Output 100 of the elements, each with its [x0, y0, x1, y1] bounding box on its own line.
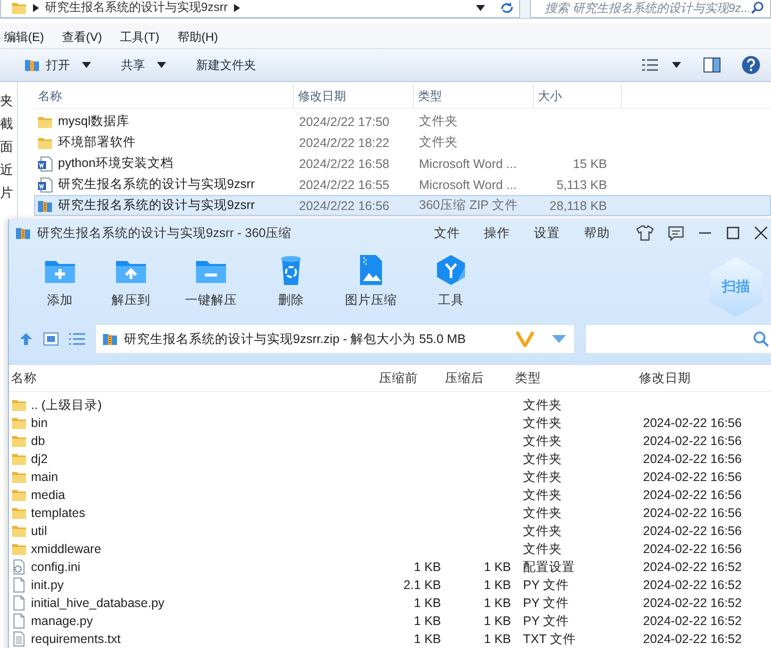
column-header[interactable]: 压缩前: [377, 370, 443, 386]
file-name[interactable]: manage.py: [31, 614, 93, 628]
file-name[interactable]: xmiddleware: [31, 542, 102, 556]
file-type: 文件夹: [522, 396, 563, 414]
file-row[interactable]: 研究生报名系统的设计与实现9zsrr 2024/2/22 16:56 360压缩 ZIP 文件 28,118 KB: [34, 195, 771, 216]
original-size: 2.1 KB: [403, 578, 441, 592]
file-name: 研究生报名系统的设计与实现9zsrr: [58, 176, 255, 193]
modified-date: 2024-02-22 16:56: [643, 416, 742, 430]
toolbar-button[interactable]: 工具: [411, 247, 491, 310]
menu-item[interactable]: 帮助: [584, 224, 610, 242]
menu-item[interactable]: 工具(T): [118, 27, 162, 48]
file-name[interactable]: .. (上级目录): [31, 396, 102, 414]
toolbar-button[interactable]: 图片压缩: [331, 247, 411, 310]
file-name[interactable]: util: [31, 524, 47, 538]
compressed-size: 1 KB: [484, 632, 511, 646]
file-name: 研究生报名系统的设计与实现9zsrr: [58, 197, 255, 214]
file-name[interactable]: initial_hive_database.py: [31, 596, 164, 610]
window-title: 研究生报名系统的设计与实现9zsrr - 360压缩: [37, 224, 292, 242]
toolbar-button[interactable]: 一键解压: [171, 247, 251, 310]
original-size: 1 KB: [414, 596, 441, 610]
nav-item[interactable]: 近: [0, 161, 17, 179]
modified-date: 2024-02-22 16:56: [643, 434, 742, 448]
menu-item[interactable]: 编辑(E): [2, 27, 46, 48]
column-header[interactable]: 大小: [534, 84, 622, 108]
toolbar-button[interactable]: 新建文件夹: [194, 54, 258, 76]
toolbar-button[interactable]: 共享: [119, 54, 168, 76]
file-type: 文件夹: [522, 432, 563, 450]
file-type: 文件夹: [522, 540, 563, 558]
file-type: Microsoft Word ...: [418, 156, 518, 170]
nav-item[interactable]: 截: [0, 115, 17, 133]
file-name[interactable]: config.ini: [31, 560, 80, 574]
file-row[interactable]: python环境安装文档 2024/2/22 16:58 Microsoft Word ... 15 KB: [34, 153, 771, 174]
column-header[interactable]: 压缩后: [443, 370, 513, 386]
modified-date: 2024/2/22 18:22: [298, 136, 390, 150]
file-name[interactable]: main: [31, 470, 58, 484]
file-row[interactable]: 环境部署软件 2024/2/22 18:22 文件夹: [34, 132, 771, 153]
modified-date: 2024-02-22 16:56: [643, 488, 742, 502]
modified-date: 2024-02-22 16:52: [643, 614, 742, 628]
compressed-size: 1 KB: [484, 578, 511, 592]
file-name[interactable]: media: [31, 488, 66, 502]
file-type: 文件夹: [418, 113, 459, 130]
column-header[interactable]: 类型: [414, 84, 534, 108]
file-type: 文件夹: [522, 522, 563, 540]
nav-item[interactable]: 片: [0, 184, 17, 202]
column-header[interactable]: 名称: [9, 370, 377, 386]
modified-date: 2024/2/22 16:58: [298, 156, 390, 170]
file-size: 28,118 KB: [550, 198, 607, 212]
file-type: PY 文件: [522, 576, 570, 594]
modified-date: 2024-02-22 16:56: [643, 542, 742, 556]
file-type: 文件夹: [522, 486, 563, 504]
menu-item[interactable]: 设置: [534, 224, 560, 242]
file-type: PY 文件: [522, 594, 570, 612]
nav-item[interactable]: 面: [0, 138, 17, 156]
compressed-size: 1 KB: [484, 614, 511, 628]
modified-date: 2024-02-22 16:52: [643, 560, 742, 574]
menu-item[interactable]: 文件: [434, 224, 460, 242]
file-type: PY 文件: [522, 612, 570, 630]
file-name[interactable]: requirements.txt: [31, 632, 121, 646]
file-name[interactable]: templates: [31, 506, 86, 520]
file-name: python环境安装文档: [58, 155, 174, 172]
modified-date: 2024-02-22 16:56: [643, 506, 742, 520]
column-header[interactable]: 修改日期: [637, 370, 771, 386]
modified-date: 2024-02-22 16:56: [643, 470, 742, 484]
column-header[interactable]: 名称: [34, 84, 294, 108]
modified-date: 2024-02-22 16:52: [643, 578, 742, 592]
file-type: 文件夹: [522, 414, 563, 432]
file-type: 文件夹: [522, 468, 563, 486]
nav-item[interactable]: 夹: [0, 92, 17, 110]
menu-item[interactable]: 查看(V): [60, 27, 104, 48]
file-name[interactable]: db: [31, 434, 45, 448]
menu-item[interactable]: 帮助(H): [175, 27, 220, 48]
toolbar-button[interactable]: 打开: [22, 54, 93, 76]
file-type: 文件夹: [522, 504, 563, 522]
file-size: 5,113 KB: [556, 178, 607, 192]
toolbar-button[interactable]: 删除: [251, 247, 331, 310]
compressed-size: 1 KB: [484, 596, 511, 610]
file-name[interactable]: dj2: [31, 452, 48, 466]
modified-date: 2024-02-22 16:52: [643, 632, 742, 646]
compressed-size: 1 KB: [484, 560, 511, 574]
column-header[interactable]: 类型: [513, 370, 637, 386]
original-size: 1 KB: [414, 614, 441, 628]
original-size: 1 KB: [414, 632, 441, 646]
modified-date: 2024-02-22 16:52: [643, 596, 742, 610]
toolbar-button[interactable]: 添加: [29, 247, 91, 310]
column-header[interactable]: 修改日期: [294, 84, 414, 108]
file-name[interactable]: init.py: [31, 578, 64, 592]
file-name[interactable]: bin: [31, 416, 48, 430]
file-size: 15 KB: [572, 156, 607, 170]
file-type: Microsoft Word ...: [418, 178, 518, 192]
file-type: 文件夹: [522, 450, 563, 468]
toolbar-button[interactable]: 解压到: [91, 247, 171, 310]
file-type: TXT 文件: [522, 630, 577, 648]
modified-date: 2024-02-22 16:56: [643, 452, 742, 466]
modified-date: 2024/2/22 17:50: [298, 114, 390, 128]
menu-item[interactable]: 操作: [484, 224, 510, 242]
modified-date: 2024-02-22 16:56: [643, 524, 742, 538]
file-row[interactable]: 研究生报名系统的设计与实现9zsrr 2024/2/22 16:55 Microsoft Word ... 5,113 KB: [34, 174, 771, 195]
file-row[interactable]: mysql数据库 2024/2/22 17:50 文件夹: [34, 111, 771, 132]
modified-date: 2024/2/22 16:56: [298, 198, 390, 212]
modified-date: 2024/2/22 16:55: [298, 178, 390, 192]
